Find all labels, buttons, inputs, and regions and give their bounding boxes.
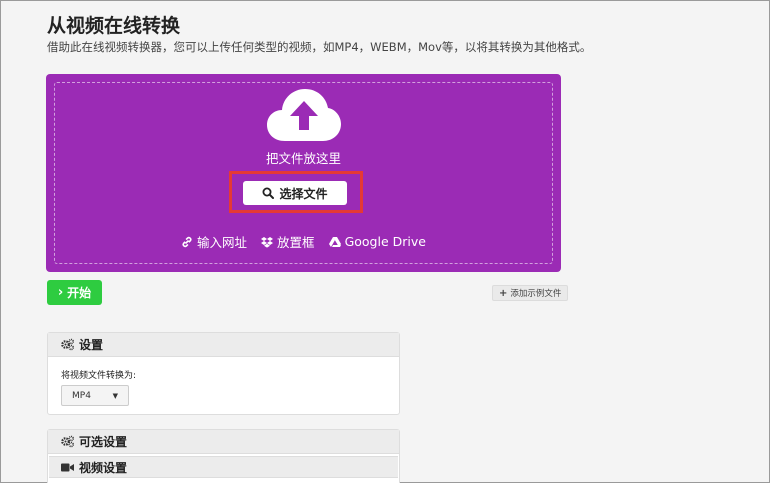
drop-here-text: 把文件放这里 bbox=[265, 151, 341, 166]
plus-icon: + bbox=[499, 287, 508, 299]
start-button[interactable]: › 开始 bbox=[47, 280, 102, 305]
settings-header[interactable]: 设置 bbox=[48, 333, 399, 357]
optional-settings-header[interactable]: 可选设置 bbox=[48, 430, 399, 454]
page-subtitle: 借助此在线视频转换器，您可以上传任何类型的视频，如MP4，WEBM，Mov等，以… bbox=[47, 40, 592, 54]
format-select[interactable]: MP4 ▼ bbox=[61, 385, 129, 406]
video-settings-header[interactable]: 视频设置 bbox=[49, 456, 398, 478]
video-camera-icon bbox=[61, 463, 74, 471]
format-selected-value: MP4 bbox=[72, 390, 91, 401]
choose-file-label: 选择文件 bbox=[279, 186, 328, 201]
google-drive-label: Google Drive bbox=[344, 234, 426, 249]
dropbox-label: 放置框 bbox=[277, 235, 315, 250]
optional-settings-panel: 可选设置 视频设置 bbox=[47, 429, 400, 483]
start-label: 开始 bbox=[67, 286, 92, 300]
upload-sources: 输入网址 放置框 Google Drive bbox=[46, 232, 561, 251]
enter-url-link[interactable]: 输入网址 bbox=[181, 232, 247, 251]
gears-icon bbox=[61, 435, 74, 448]
cloud-upload-icon bbox=[267, 89, 341, 141]
google-drive-icon bbox=[328, 236, 341, 247]
add-sample-label: 添加示例文件 bbox=[510, 289, 562, 299]
choose-file-button[interactable]: 选择文件 bbox=[243, 181, 347, 205]
enter-url-label: 输入网址 bbox=[197, 235, 248, 250]
google-drive-link[interactable]: Google Drive bbox=[328, 232, 426, 251]
page-title: 从视频在线转换 bbox=[47, 15, 181, 37]
optional-settings-title: 可选设置 bbox=[79, 435, 128, 449]
search-icon bbox=[262, 187, 275, 199]
dropbox-link[interactable]: 放置框 bbox=[261, 232, 315, 251]
gears-icon bbox=[61, 338, 74, 351]
settings-panel: 设置 将视频文件转换为: MP4 ▼ bbox=[47, 332, 400, 415]
add-sample-file-button[interactable]: + 添加示例文件 bbox=[492, 285, 569, 301]
dropbox-icon bbox=[261, 236, 274, 248]
link-icon bbox=[182, 236, 192, 247]
convert-to-label: 将视频文件转换为: bbox=[61, 371, 137, 381]
dropdown-arrow-icon: ▼ bbox=[112, 391, 118, 400]
chevron-right-icon: › bbox=[57, 285, 64, 300]
file-dropzone[interactable]: 把文件放这里 选择文件 输入网址 放置框 Google Drive bbox=[46, 74, 561, 272]
settings-title: 设置 bbox=[79, 338, 104, 352]
video-settings-title: 视频设置 bbox=[79, 460, 128, 475]
